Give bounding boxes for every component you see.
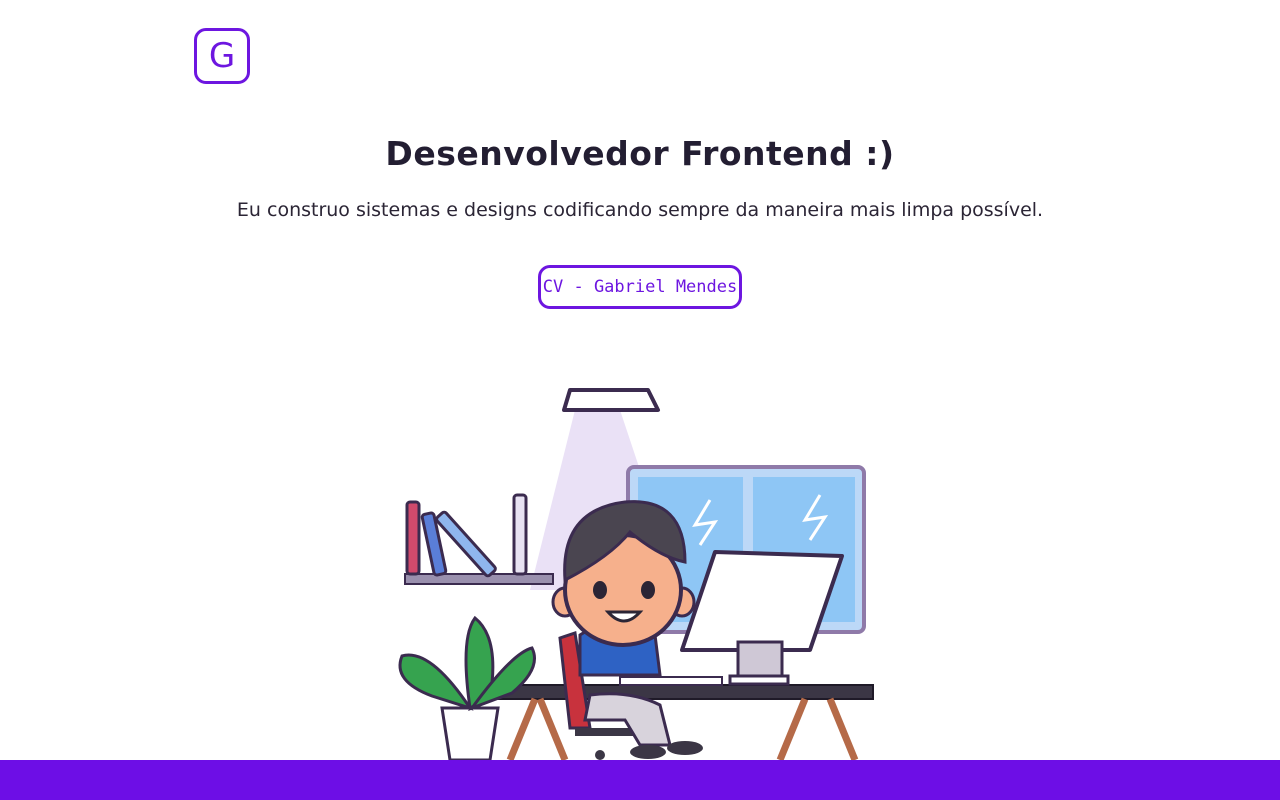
logo-letter: G [208, 36, 236, 76]
footer-bar [0, 760, 1280, 800]
plant-pot-shape [440, 706, 500, 760]
hero-subtitle: Eu construo sistemas e designs codifican… [236, 199, 1044, 221]
lamp-shape [562, 388, 660, 412]
shelf-shape [404, 573, 554, 585]
cv-download-button[interactable]: CV - Gabriel Mendes [538, 265, 742, 309]
logo-icon[interactable]: G [194, 28, 250, 84]
page-title: Desenvolvedor Frontend :) [385, 134, 895, 173]
desk-shape [494, 684, 874, 700]
developer-at-desk-illustration [398, 388, 874, 760]
